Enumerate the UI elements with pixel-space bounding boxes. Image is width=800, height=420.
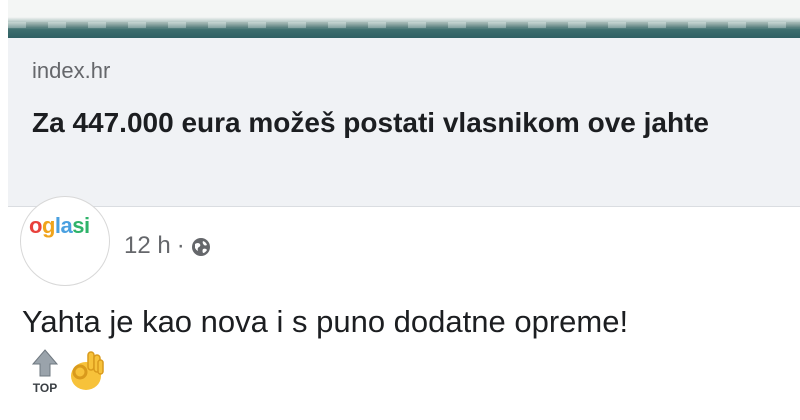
- logo-part: la: [54, 213, 73, 238]
- post-text: Yahta je kao nova i s puno dodatne oprem…: [22, 304, 629, 339]
- link-preview-card[interactable]: index.hr Za 447.000 eura možeš postati v…: [8, 38, 800, 207]
- meta-separator: ·: [176, 232, 185, 259]
- logo-part: si: [72, 213, 90, 238]
- logo-part: o: [29, 213, 42, 238]
- image-water: [8, 22, 800, 28]
- link-domain: index.hr: [32, 58, 111, 83]
- link-title[interactable]: Za 447.000 eura možeš postati vlasnikom …: [32, 100, 772, 146]
- post-timestamp[interactable]: 12 h: [124, 232, 171, 260]
- globe-icon[interactable]: [191, 236, 211, 256]
- page-avatar[interactable]: oglasi: [20, 196, 110, 286]
- logo-part: g: [41, 213, 55, 238]
- link-preview-image[interactable]: [8, 0, 800, 38]
- post-meta: 12 h ·: [124, 232, 211, 260]
- top-arrow-icon: TOP: [30, 348, 60, 396]
- top-label: TOP: [33, 381, 57, 395]
- post-emojis: TOP: [30, 348, 106, 396]
- page-logo: oglasi: [29, 213, 90, 239]
- ok-hand-icon: [66, 348, 106, 392]
